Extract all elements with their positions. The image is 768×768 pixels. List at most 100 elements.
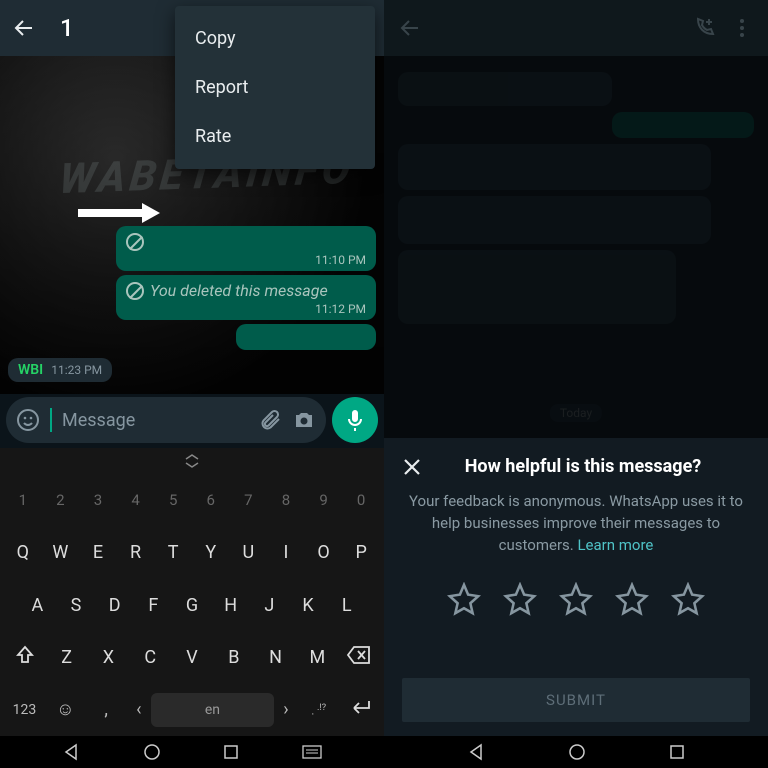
keyboard-key[interactable]: Z <box>46 637 88 678</box>
keyboard-key[interactable]: W <box>42 532 80 573</box>
keyboard-key[interactable]: U <box>230 532 268 573</box>
keyboard-key[interactable]: 6 <box>192 481 230 519</box>
prev-lang-key[interactable]: ‹ <box>127 689 152 730</box>
close-icon[interactable] <box>402 457 422 477</box>
keyboard-key[interactable]: Q <box>4 532 42 573</box>
nav-home-icon[interactable] <box>568 743 586 761</box>
next-lang-key[interactable]: › <box>274 689 299 730</box>
keyboard-key[interactable]: Y <box>192 532 230 573</box>
star-rating <box>447 582 705 616</box>
android-navbar <box>0 736 384 768</box>
keyboard-key[interactable]: D <box>95 585 134 626</box>
date-chip: Today <box>550 404 602 422</box>
keyboard-key[interactable]: 2 <box>42 481 80 519</box>
nav-recents-icon[interactable] <box>223 744 239 760</box>
message-time: 11:23 PM <box>51 363 102 377</box>
keyboard-key[interactable]: 3 <box>79 481 117 519</box>
keyboard-key[interactable]: E <box>79 532 117 573</box>
keyboard-key[interactable]: R <box>117 532 155 573</box>
keyboard-collapse-icon[interactable] <box>0 448 384 474</box>
nav-home-icon[interactable] <box>143 743 161 761</box>
keyboard-key[interactable]: T <box>154 532 192 573</box>
emoji-icon[interactable] <box>16 408 40 432</box>
selection-count: 1 <box>60 14 74 42</box>
keyboard-key[interactable]: 7 <box>230 481 268 519</box>
camera-icon[interactable] <box>292 408 316 432</box>
sender-name: WBI <box>18 362 43 378</box>
message-textbox[interactable]: Message <box>6 397 326 443</box>
period-key[interactable]: . .!? <box>298 693 339 728</box>
comma-key[interactable]: , <box>86 689 127 730</box>
keyboard-key[interactable]: G <box>173 585 212 626</box>
enter-key[interactable] <box>339 687 380 732</box>
keyboard-key[interactable]: C <box>129 637 171 678</box>
outgoing-deleted-message[interactable]: You deleted this message 11:12 PM <box>116 275 376 320</box>
deleted-icon <box>126 282 144 300</box>
keyboard-key[interactable]: 5 <box>154 481 192 519</box>
keyboard-key[interactable]: S <box>57 585 96 626</box>
chat-panel-with-menu: 1 Copy Report Rate WABETAINFO You delete… <box>0 0 384 768</box>
keyboard-key[interactable]: A <box>18 585 57 626</box>
keyboard-key[interactable]: I <box>267 532 305 573</box>
deleted-icon <box>126 233 144 251</box>
star-5[interactable] <box>671 582 705 616</box>
mic-button[interactable] <box>332 397 378 443</box>
star-3[interactable] <box>559 582 593 616</box>
star-2[interactable] <box>503 582 537 616</box>
on-screen-keyboard[interactable]: 1 2 3 4 5 6 7 8 9 0 Q W E R T Y U I O P … <box>0 448 384 736</box>
keyboard-row-bottom: 123 ☺ , ‹ en › . .!? <box>0 684 384 736</box>
keyboard-key[interactable]: N <box>255 637 297 678</box>
star-4[interactable] <box>615 582 649 616</box>
keyboard-key[interactable]: J <box>250 585 289 626</box>
symbols-key[interactable]: 123 <box>4 692 45 728</box>
context-menu: Copy Report Rate <box>175 6 375 169</box>
android-navbar <box>384 736 768 768</box>
keyboard-key[interactable]: H <box>211 585 250 626</box>
keyboard-key[interactable]: K <box>289 585 328 626</box>
message-time: 11:12 PM <box>126 300 366 316</box>
keyboard-key[interactable]: V <box>171 637 213 678</box>
keyboard-key[interactable]: F <box>134 585 173 626</box>
keyboard-key[interactable]: X <box>88 637 130 678</box>
emoji-key[interactable]: ☺ <box>45 689 86 730</box>
nav-back-icon[interactable] <box>467 743 485 761</box>
keyboard-key[interactable]: 0 <box>342 481 380 519</box>
back-icon[interactable] <box>398 16 422 40</box>
learn-more-link[interactable]: Learn more <box>577 536 653 554</box>
backspace-key[interactable] <box>338 635 380 680</box>
shift-key[interactable] <box>4 634 46 681</box>
keyboard-key[interactable]: 1 <box>4 481 42 519</box>
keyboard-key[interactable]: M <box>296 637 338 678</box>
menu-item-report[interactable]: Report <box>175 63 375 112</box>
back-icon[interactable] <box>12 16 36 40</box>
incoming-message[interactable]: WBI 11:23 PM <box>8 358 112 382</box>
chat-toolbar-dimmed <box>384 0 768 56</box>
keyboard-row-2: A S D F G H J K L <box>0 579 384 631</box>
keyboard-row-3: Z X C V B N M <box>0 631 384 683</box>
outgoing-message-partial[interactable] <box>236 324 376 350</box>
attach-icon[interactable] <box>258 408 282 432</box>
menu-item-copy[interactable]: Copy <box>175 14 375 63</box>
keyboard-key[interactable]: L <box>327 585 366 626</box>
keyboard-row-numbers: 1 2 3 4 5 6 7 8 9 0 <box>0 474 384 526</box>
add-call-icon[interactable] <box>692 16 716 40</box>
text-cursor <box>50 408 52 432</box>
star-1[interactable] <box>447 582 481 616</box>
keyboard-key[interactable]: 4 <box>117 481 155 519</box>
annotation-arrow <box>78 206 168 220</box>
outgoing-deleted-message[interactable]: You deleted this message 11:10 PM <box>116 226 376 271</box>
sheet-subtitle: Your feedback is anonymous. WhatsApp use… <box>402 491 750 556</box>
submit-button[interactable]: SUBMIT <box>402 678 750 722</box>
nav-recents-icon[interactable] <box>669 744 685 760</box>
nav-back-icon[interactable] <box>62 743 80 761</box>
keyboard-key[interactable]: 9 <box>305 481 343 519</box>
more-icon[interactable] <box>730 16 754 40</box>
keyboard-key[interactable]: B <box>213 637 255 678</box>
keyboard-row-1: Q W E R T Y U I O P <box>0 526 384 578</box>
nav-keyboard-icon[interactable] <box>302 745 322 759</box>
menu-item-rate[interactable]: Rate <box>175 112 375 161</box>
keyboard-key[interactable]: 8 <box>267 481 305 519</box>
keyboard-key[interactable]: O <box>305 532 343 573</box>
keyboard-key[interactable]: P <box>342 532 380 573</box>
spacebar-key[interactable]: en <box>151 693 274 727</box>
